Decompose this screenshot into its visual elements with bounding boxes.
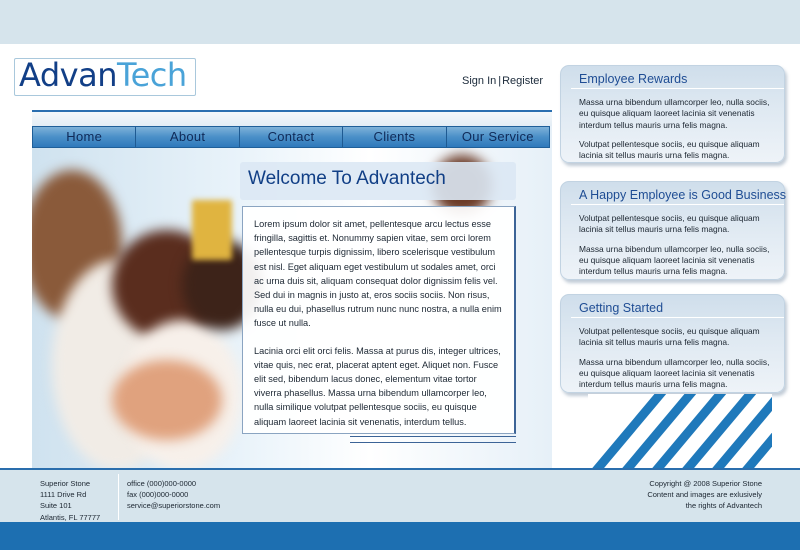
nav-contact[interactable]: Contact bbox=[240, 127, 344, 147]
logo-text-part1: Advan bbox=[19, 56, 117, 94]
sidebar-box-text: Volutpat pellentesque sociis, eu quisque… bbox=[579, 138, 760, 161]
footer-phone: office (000)000-0000 bbox=[127, 479, 197, 488]
page-title: Welcome To Advantech bbox=[248, 168, 446, 189]
hero-top-strip bbox=[32, 112, 552, 126]
footer-address-line: Superior Stone bbox=[40, 479, 91, 488]
hero-wall-picture bbox=[192, 200, 232, 260]
footer-address: Superior Stone 1111 Drive Rd Suite 101 A… bbox=[40, 478, 100, 523]
nav-about[interactable]: About bbox=[136, 127, 240, 147]
register-link[interactable]: Register bbox=[502, 75, 543, 87]
main-content: Lorem ipsum dolor sit amet, pellentesque… bbox=[242, 206, 516, 434]
decor-line bbox=[350, 442, 516, 443]
content-decor-lines bbox=[350, 436, 516, 448]
hero-hand-shape bbox=[112, 360, 222, 440]
logo-text-part2: Tech bbox=[116, 56, 187, 94]
footer-address-line: 1111 Drive Rd bbox=[40, 490, 87, 500]
sidebar-box-text: Volutpat pellentesque sociis, eu quisque… bbox=[579, 326, 760, 348]
sidebar-box-text: Massa urna bibendum ullamcorper leo, nul… bbox=[579, 356, 770, 390]
footer-address-line: Suite 101 bbox=[40, 501, 72, 511]
sidebar-box-text: Massa urna bibendum ullamcorper leo, nul… bbox=[579, 97, 770, 130]
sidebar-box-title[interactable]: A Happy Employee is Good Business bbox=[579, 187, 786, 205]
content-paragraph: Lorem ipsum dolor sit amet, pellentesque… bbox=[254, 219, 502, 329]
logo[interactable]: AdvanTech bbox=[14, 55, 196, 96]
sidebar-box-employee-rewards: Employee Rewards Massa urna bibendum ull… bbox=[560, 65, 785, 163]
main-nav: Home About Contact Clients Our Service bbox=[32, 126, 550, 148]
sidebar-box-text: Volutpat pellentesque sociis, eu quisque… bbox=[579, 213, 760, 235]
welcome-banner: Welcome To Advantech bbox=[240, 162, 516, 200]
nav-clients[interactable]: Clients bbox=[343, 127, 447, 147]
top-band bbox=[0, 0, 800, 44]
footer-contact: office (000)000-0000 fax (000)000-0000 s… bbox=[127, 478, 220, 512]
copyright-line: Copyright @ 2008 Superior Stone bbox=[649, 479, 762, 488]
auth-separator: | bbox=[498, 75, 502, 87]
footer-divider bbox=[118, 474, 119, 520]
sidebar-box-rule bbox=[571, 88, 784, 89]
auth-links: Sign In |Register bbox=[462, 75, 543, 87]
content-paragraph: Lacinia orci elit orci felis. Massa at p… bbox=[254, 345, 501, 427]
decorative-stripes bbox=[588, 394, 772, 469]
footer-email-link[interactable]: service@superiorstone.com bbox=[127, 500, 220, 511]
sidebar-box-title[interactable]: Getting Started bbox=[579, 300, 784, 318]
footer-copyright: Copyright @ 2008 Superior Stone Content … bbox=[647, 478, 762, 512]
sidebar-box-getting-started: Getting Started Volutpat pellentesque so… bbox=[560, 294, 785, 393]
copyright-line: Content and images are exlusively bbox=[647, 490, 762, 500]
sidebar-box-happy-employee: A Happy Employee is Good Business Volutp… bbox=[560, 181, 786, 280]
sign-in-link[interactable]: Sign In bbox=[462, 75, 496, 87]
footer-fax: fax (000)000-0000 bbox=[127, 490, 189, 500]
bottom-band bbox=[0, 522, 800, 550]
copyright-line: the rights of Advantech bbox=[685, 501, 762, 511]
sidebar-box-text: Massa urna bibendum ullamcorper leo, nul… bbox=[579, 243, 770, 277]
sidebar-box-rule bbox=[571, 204, 784, 205]
nav-home[interactable]: Home bbox=[33, 127, 137, 147]
footer: Superior Stone 1111 Drive Rd Suite 101 A… bbox=[0, 468, 800, 522]
nav-our-service[interactable]: Our Service bbox=[447, 127, 549, 147]
decor-line bbox=[350, 436, 516, 437]
sidebar-box-title[interactable]: Employee Rewards bbox=[579, 71, 784, 89]
sidebar-box-rule bbox=[571, 317, 784, 318]
logo-text: AdvanTech bbox=[19, 55, 187, 95]
